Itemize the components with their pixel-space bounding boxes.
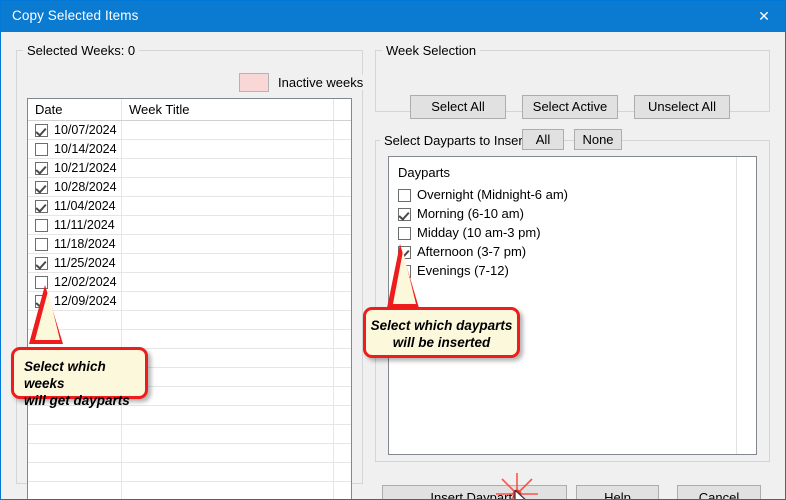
dayparts-annotation-line1: Select which dayparts [370, 318, 513, 333]
title-bar: Copy Selected Items ✕ [1, 1, 785, 32]
close-icon[interactable]: ✕ [741, 1, 785, 32]
copy-selected-items-dialog: Copy Selected Items ✕ Selected Weeks: 0 … [0, 0, 786, 500]
weeks-annotation-line2: will get dayparts [24, 393, 130, 408]
dialog-client-area: Selected Weeks: 0 Inactive weeks Date We… [1, 32, 785, 499]
weeks-annotation-callout: Select which weeks will get dayparts [11, 347, 148, 408]
callout-tails [29, 244, 419, 344]
dayparts-annotation-line2: will be inserted [392, 335, 491, 350]
window-title: Copy Selected Items [12, 8, 139, 23]
dayparts-annotation-callout: Select which dayparts will be inserted [363, 307, 520, 358]
weeks-annotation-line1: Select which weeks [24, 359, 106, 391]
